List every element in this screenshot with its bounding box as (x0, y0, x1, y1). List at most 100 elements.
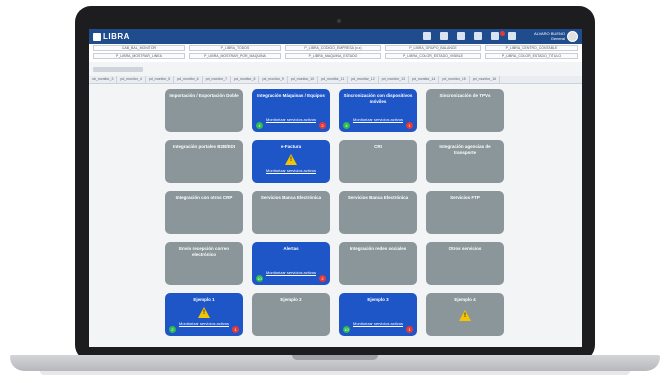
service-tile[interactable]: CRI (339, 140, 417, 183)
ok-count-badge: 10 (256, 275, 263, 282)
tile-title: Integración Máquinas / Equipos (257, 93, 325, 98)
service-tile[interactable]: Envío recepción correo electrónico (165, 242, 243, 285)
filter-field[interactable]: P_LIBRA_COLOR_ESTADO_VISIBLE (385, 53, 481, 59)
error-count-badge: 2 (319, 275, 326, 282)
filter-field[interactable]: P_LIBRA_CODIGO_EMPRESA (x.x) (285, 45, 381, 51)
service-tile[interactable]: Integración redes sociales (339, 242, 417, 285)
filter-field[interactable]: P_LIBRA_COLOR_ESTADO_TITULO (485, 53, 578, 59)
service-tile[interactable]: Servicios Banca Electrónica (339, 191, 417, 234)
laptop-base-notch (292, 355, 378, 360)
service-tile[interactable]: e-Factura! Monitorizar servicios activos (252, 140, 330, 183)
logo-text: LIBRA (103, 32, 130, 41)
filter-field[interactable]: P_LIBRA_MOSTRAR_POR_MAQUINA (189, 53, 281, 59)
service-tile[interactable]: Importación / Exportación Doble (165, 89, 243, 132)
tab-pd-monitor-5[interactable]: pd_monitor_5 (146, 76, 175, 83)
tab-pd-monitor-13[interactable]: pd_monitor_13 (379, 76, 410, 83)
mail-icon[interactable] (474, 32, 482, 40)
ok-count-badge: 2 (169, 326, 176, 333)
monitor-services-link[interactable]: Monitorizar servicios activos (260, 117, 322, 122)
filter-field[interactable]: P_LIBRA_MOSTRAR_LINEA (93, 53, 185, 59)
tile-title: Ejemplo 3 (367, 297, 389, 302)
warning-icon: ! (459, 310, 471, 321)
filter-field[interactable]: P_LIBRA_GRUPO_BALANCE (385, 45, 481, 51)
app-screen: LIBRA ALVARO BUENO General CAB_BAL_MONIT… (89, 29, 582, 347)
tile-title: Servicios FTP (450, 195, 480, 200)
tile-title: Sincronización con dispositivos móviles (343, 93, 413, 104)
tab-pd-monitor-12[interactable]: pd_monitor_12 (348, 76, 379, 83)
tile-title: Envío recepción correo electrónico (178, 246, 230, 257)
tile-title: Integración redes sociales (349, 246, 407, 251)
tile-title: Servicios Banca Electrónica (260, 195, 322, 200)
service-tile[interactable]: Otros servicios (426, 242, 504, 285)
service-tile[interactable]: Ejemplo 4! (426, 293, 504, 336)
tab-pd-monitor-10[interactable]: pd_monitor_10 (288, 76, 319, 83)
tile-title: Integración con otros CRP (175, 195, 233, 200)
monitor-services-link[interactable]: Monitorizar servicios activos (347, 321, 409, 326)
service-tile[interactable]: Sincronización de TPVs (426, 89, 504, 132)
tile-title: Integración agencias de transporte (439, 144, 491, 155)
tile-title: Importación / Exportación Doble (169, 93, 239, 98)
tile-title: Alertas (283, 246, 299, 251)
tile-title: Otros servicios (448, 246, 482, 251)
filter-field[interactable]: P_LIBRA_TODOS (189, 45, 281, 51)
tile-title: CRI (374, 144, 382, 149)
warning-mark: ! (290, 157, 292, 163)
camera-dot (337, 19, 341, 23)
filter-bar: CAB_BAL_MONITOR P_LIBRA_TODOS P_LIBRA_CO… (89, 44, 582, 62)
service-tile[interactable]: Servicios Banca Electrónica (252, 191, 330, 234)
laptop-base-shadow (40, 371, 630, 375)
service-tile[interactable]: Ejemplo 1! Monitorizar servicios activos 2… (165, 293, 243, 336)
tab-pd-monitor-4[interactable]: pd_monitor_4 (117, 76, 146, 83)
ok-count-badge: 4 (256, 122, 263, 129)
notification-badge (500, 31, 505, 36)
tile-title: Ejemplo 4 (454, 297, 476, 302)
warning-icon: ! (198, 307, 210, 318)
document-icon[interactable] (457, 32, 465, 40)
error-count-badge: 2 (319, 122, 326, 129)
tab-pd-monitor-6[interactable]: pd_monitor_6 (174, 76, 203, 83)
ok-count-badge: 4 (343, 122, 350, 129)
tile-title: Sincronización de TPVs (439, 93, 491, 98)
monitor-services-link[interactable]: Monitorizar servicios activos (260, 168, 322, 173)
tab-pd-monitor-14[interactable]: pd_monitor_14 (409, 76, 440, 83)
service-tile[interactable]: Servicios FTP (426, 191, 504, 234)
tile-title: Servicios Banca Electrónica (347, 195, 409, 200)
tile-title: e-Factura (280, 144, 302, 149)
error-count-badge: 1 (406, 326, 413, 333)
monitor-services-link[interactable]: Monitorizar servicios activos (347, 117, 409, 122)
service-tile[interactable]: Ejemplo 2 (252, 293, 330, 336)
service-tile[interactable]: Alertas Monitorizar servicios activos 10 2 (252, 242, 330, 285)
service-tile[interactable]: Integración portales B2B/EDI (165, 140, 243, 183)
tab-ub-monitor-3[interactable]: ub_monitor_3 (89, 76, 118, 83)
logo-mark-icon (93, 32, 101, 41)
warning-icon: ! (285, 154, 297, 165)
service-tile[interactable]: Integración Máquinas / Equipos Monitoriza… (252, 89, 330, 132)
monitor-icon[interactable] (423, 32, 431, 40)
tab-pd-monitor-15[interactable]: pd_monitor_15 (439, 76, 470, 83)
service-tile[interactable]: Integración agencias de transporte (426, 140, 504, 183)
app-logo[interactable]: LIBRA (93, 31, 130, 42)
top-bar: LIBRA ALVARO BUENO General (89, 29, 582, 44)
monitor-services-link[interactable]: Monitorizar servicios activos (260, 270, 322, 275)
filter-field[interactable]: P_LIBRA_CENTRO_CONTABLE (485, 45, 578, 51)
user-info[interactable]: ALVARO BUENO General (507, 31, 565, 41)
tab-pd-monitor-7[interactable]: pd_monitor_7 (203, 76, 232, 83)
error-count-badge: 1 (406, 122, 413, 129)
service-tile[interactable]: Integración con otros CRP (165, 191, 243, 234)
search-input[interactable] (93, 67, 143, 72)
tile-title: Ejemplo 1 (193, 297, 215, 302)
menu-icon[interactable] (491, 32, 499, 40)
avatar[interactable] (567, 31, 578, 42)
service-tile[interactable]: Sincronización con dispositivos móviles M… (339, 89, 417, 132)
filter-field[interactable]: P_LIBRA_MAQUINA_ESTADO (285, 53, 381, 59)
monitor-services-link[interactable]: Monitorizar servicios activos (173, 321, 235, 326)
tab-pd-monitor-11[interactable]: pd_monitor_11 (318, 76, 349, 83)
tab-pd-monitor-8[interactable]: pd_monitor_8 (231, 76, 260, 83)
tab-pd-monitor-9[interactable]: pd_monitor_9 (259, 76, 288, 83)
filter-field[interactable]: CAB_BAL_MONITOR (93, 45, 185, 51)
home-icon[interactable] (440, 32, 448, 40)
user-role: General (550, 36, 565, 41)
tab-pd-monitor-16[interactable]: pd_monitor_16 (470, 76, 501, 83)
tile-title: Integración portales B2B/EDI (172, 144, 235, 149)
service-tile[interactable]: Ejemplo 3 Monitorizar servicios activos 10… (339, 293, 417, 336)
